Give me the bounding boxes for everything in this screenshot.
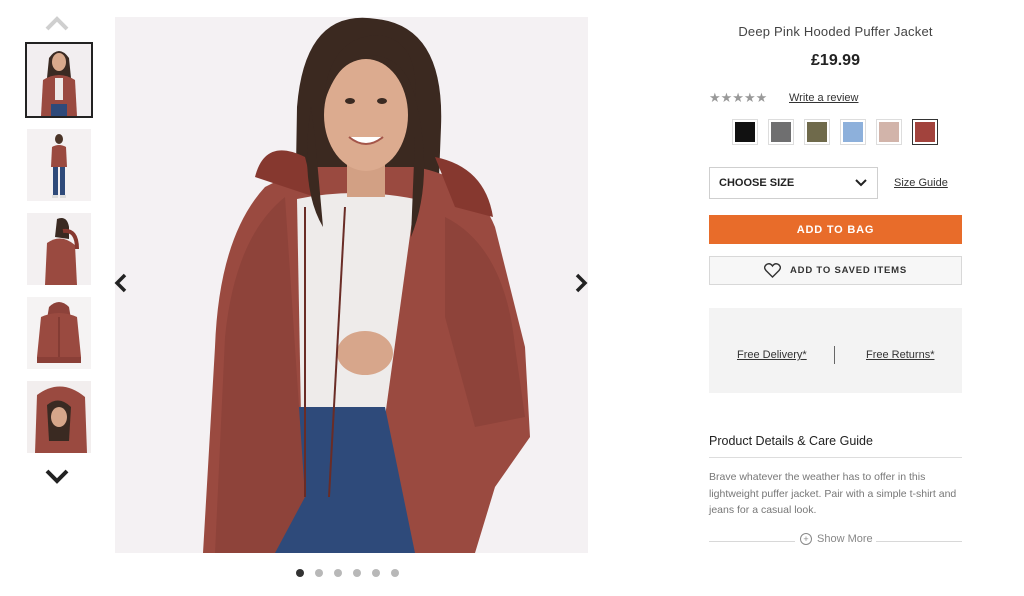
swatch-light-blue[interactable] [840, 119, 866, 145]
main-product-image [115, 17, 588, 553]
chevron-right-icon [575, 273, 588, 293]
show-more-button[interactable]: + Show More [800, 533, 873, 545]
show-more-label: Show More [817, 533, 873, 545]
size-select-label: CHOOSE SIZE [719, 177, 795, 189]
chevron-down-icon [45, 469, 69, 484]
thumbnail-2[interactable] [27, 129, 91, 201]
thumbnail-4-image [27, 297, 91, 369]
chevron-up-icon [45, 16, 69, 31]
thumbnail-5-image [27, 381, 91, 453]
swatch-mink[interactable] [876, 119, 902, 145]
thumbnail-2-image [27, 129, 91, 201]
model-photo [115, 17, 588, 553]
size-select[interactable]: CHOOSE SIZE [709, 167, 878, 199]
chevron-down-icon [855, 179, 867, 187]
delivery-divider [834, 346, 835, 364]
carousel-dot-2[interactable] [315, 569, 323, 577]
previous-image-button[interactable] [110, 268, 132, 298]
add-to-bag-button[interactable]: ADD TO BAG [709, 215, 962, 244]
swatch-deep-pink[interactable] [912, 119, 938, 145]
swatch-grey[interactable] [768, 119, 794, 145]
thumbnails-down-arrow[interactable] [44, 467, 70, 485]
carousel-dot-4[interactable] [353, 569, 361, 577]
thumbnails-up-arrow[interactable] [44, 14, 70, 32]
add-to-saved-label: ADD TO SAVED ITEMS [790, 265, 907, 276]
carousel-dot-6[interactable] [391, 569, 399, 577]
thumbnail-3-image [27, 213, 91, 285]
carousel-dot-5[interactable] [372, 569, 380, 577]
details-divider [709, 457, 962, 458]
carousel-dot-3[interactable] [334, 569, 342, 577]
product-title: Deep Pink Hooded Puffer Jacket [738, 24, 933, 39]
size-guide-link[interactable]: Size Guide [894, 177, 948, 189]
swatch-black[interactable] [732, 119, 758, 145]
write-review-link[interactable]: Write a review [789, 92, 858, 104]
carousel-dot-1[interactable] [296, 569, 304, 577]
product-price: £19.99 [811, 52, 860, 69]
heart-icon [764, 263, 781, 278]
show-more-rule-right [876, 541, 962, 542]
next-image-button[interactable] [570, 268, 592, 298]
swatch-khaki[interactable] [804, 119, 830, 145]
colour-swatches [732, 119, 938, 145]
thumbnail-4[interactable] [27, 297, 91, 369]
free-delivery-link[interactable]: Free Delivery* [737, 349, 807, 361]
plus-circle-icon: + [800, 533, 812, 545]
thumbnail-1-image [27, 44, 91, 116]
thumbnail-3[interactable] [27, 213, 91, 285]
chevron-left-icon [114, 273, 127, 293]
thumbnail-5[interactable] [27, 381, 91, 453]
thumbnail-1[interactable] [25, 42, 93, 118]
carousel-dots [296, 569, 399, 577]
rating-stars-icon: ★★★★★ [709, 90, 768, 105]
add-to-saved-button[interactable]: ADD TO SAVED ITEMS [709, 256, 962, 285]
product-details-heading[interactable]: Product Details & Care Guide [709, 434, 873, 448]
free-returns-link[interactable]: Free Returns* [866, 349, 934, 361]
product-description: Brave whatever the weather has to offer … [709, 471, 957, 516]
show-more-rule-left [709, 541, 795, 542]
